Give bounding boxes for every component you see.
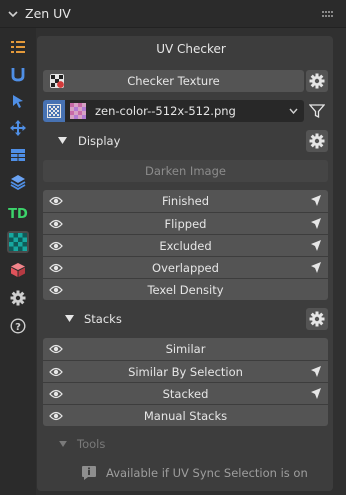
panel-header[interactable]: Zen UV: [0, 0, 346, 28]
list-item-label: Flipped: [164, 217, 207, 231]
tool-sidebar: TD ?: [0, 28, 36, 495]
tab-texel-density[interactable]: TD: [7, 202, 29, 224]
dropdown-chevron-icon[interactable]: [289, 108, 298, 114]
gear-icon: [10, 290, 26, 306]
image-selector[interactable]: zen-color--512x-512.png: [43, 100, 304, 122]
select-cursor-icon[interactable]: [310, 217, 322, 231]
checker-texture-button[interactable]: Checker Texture: [43, 70, 304, 92]
list-item-label: Excluded: [159, 239, 212, 253]
list-item-flipped[interactable]: Flipped: [43, 212, 328, 234]
list-item-label: Overlapped: [152, 261, 219, 275]
tab-transform[interactable]: [7, 117, 29, 139]
filter-button[interactable]: [306, 100, 328, 122]
layers-icon: [10, 175, 26, 190]
stack-panel-icon: [11, 149, 25, 161]
list-item-label: Stacked: [162, 387, 209, 401]
uv-checker-title: UV Checker: [156, 42, 226, 56]
list-item-label: Similar: [165, 342, 206, 356]
cube-icon: [11, 263, 25, 277]
darken-image-button[interactable]: Darken Image: [43, 160, 328, 182]
select-cursor-icon[interactable]: [310, 261, 322, 275]
tools-subpanel-header[interactable]: Tools: [43, 436, 304, 454]
chevron-down-icon[interactable]: [8, 9, 18, 19]
select-cursor-icon[interactable]: [310, 365, 322, 379]
select-cursor-icon[interactable]: [310, 194, 322, 208]
svg-text:TD: TD: [8, 207, 28, 221]
stacks-subpanel-header[interactable]: Stacks: [43, 308, 304, 330]
zen-u-icon: [11, 68, 25, 82]
list-item-label: Similar By Selection: [128, 365, 243, 379]
tools-label: Tools: [77, 437, 106, 451]
tab-select[interactable]: [7, 90, 29, 112]
image-type-button[interactable]: [43, 100, 65, 122]
list-item-finished[interactable]: Finished: [43, 190, 328, 212]
list-item-similar-by-selection[interactable]: Similar By Selection: [43, 360, 328, 382]
tab-preferences[interactable]: [7, 287, 29, 309]
list-item-texel-density[interactable]: Texel Density: [43, 278, 328, 300]
svg-text:?: ?: [15, 322, 21, 333]
stacks-settings-button[interactable]: [306, 308, 328, 330]
drag-grip-icon[interactable]: [322, 11, 333, 18]
select-cursor-icon[interactable]: [310, 239, 322, 253]
transform-icon: [10, 120, 26, 136]
collapse-arrow-icon: [58, 137, 67, 144]
zen-uv-panel: UV Checker Checker Texture zen-color--51…: [36, 28, 346, 495]
panel-title: Zen UV: [25, 6, 71, 21]
image-name: zen-color--512x-512.png: [95, 104, 236, 118]
checker-settings-button[interactable]: [306, 70, 328, 92]
filter-icon: [309, 104, 325, 119]
list-item-label: Manual Stacks: [143, 409, 228, 423]
gear-icon: [309, 311, 325, 327]
tab-checker[interactable]: [7, 231, 29, 253]
list-item-label: Texel Density: [147, 283, 224, 297]
tab-list[interactable]: [7, 36, 29, 58]
darken-image-label: Darken Image: [145, 164, 226, 178]
help-icon: ?: [10, 318, 26, 334]
list-item-manual-stacks[interactable]: Manual Stacks: [43, 404, 328, 426]
tab-zen[interactable]: [7, 63, 29, 85]
info-icon: [82, 466, 96, 480]
gear-icon: [309, 73, 325, 89]
tools-info: Available if UV Sync Selection is on: [43, 462, 328, 486]
collapse-arrow-icon: [59, 441, 67, 447]
select-cursor-icon[interactable]: [310, 387, 322, 401]
gear-icon: [309, 133, 325, 149]
tab-uv-cube[interactable]: [7, 259, 29, 281]
select-arrow-icon: [13, 95, 23, 108]
display-list: Finished Flipped Excluded Overlapped Tex…: [43, 190, 328, 300]
list-item-excluded[interactable]: Excluded: [43, 234, 328, 256]
checker-texture-label: Checker Texture: [127, 74, 220, 88]
tab-help[interactable]: ?: [7, 315, 29, 337]
display-subpanel-header[interactable]: Display: [43, 130, 304, 152]
stacks-list: Similar Similar By Selection Stacked Man…: [43, 338, 328, 426]
texture-thumbnail-icon: [70, 103, 86, 119]
collapse-arrow-icon: [65, 315, 74, 322]
display-settings-button[interactable]: [306, 130, 328, 152]
tools-info-text: Available if UV Sync Selection is on: [106, 466, 308, 480]
list-item-overlapped[interactable]: Overlapped: [43, 256, 328, 278]
list-item-stacked[interactable]: Stacked: [43, 382, 328, 404]
list-icon: [11, 41, 25, 53]
image-icon: [47, 104, 61, 118]
tab-panels[interactable]: [7, 144, 29, 166]
tab-layers[interactable]: [7, 171, 29, 193]
checker-icon: [9, 233, 27, 251]
list-item-similar[interactable]: Similar: [43, 338, 328, 360]
td-icon: TD: [8, 207, 28, 221]
list-item-label: Finished: [161, 194, 210, 208]
display-label: Display: [78, 134, 121, 148]
stacks-label: Stacks: [84, 312, 122, 326]
